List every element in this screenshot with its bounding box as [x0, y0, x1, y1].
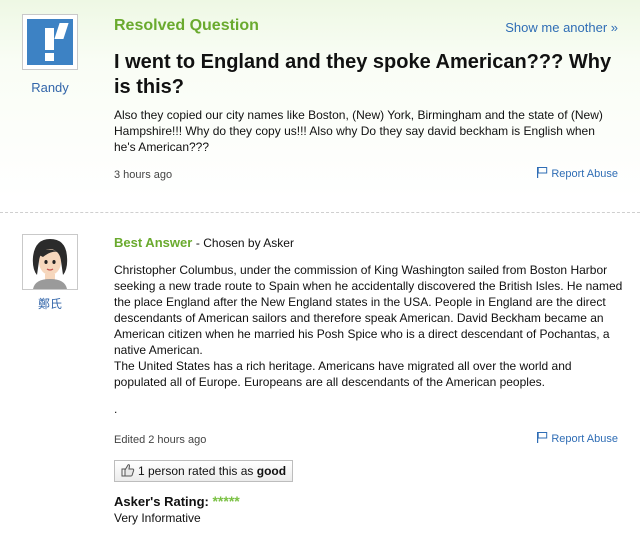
cartoon-woman-avatar-icon	[23, 235, 77, 289]
asker-name-link[interactable]: Randy	[20, 80, 80, 95]
rated-value: good	[256, 464, 287, 478]
asker-avatar[interactable]	[22, 14, 78, 70]
show-another-link[interactable]: Show me another »	[505, 20, 618, 35]
chosen-by-text: - Chosen by Asker	[195, 236, 294, 250]
answer-body: Christopher Columbus, under the commissi…	[114, 262, 624, 390]
askers-rating-label: Asker's Rating:	[114, 494, 209, 509]
answer-timestamp: Edited 2 hours ago	[114, 434, 207, 446]
best-answer-label: Best Answer	[114, 235, 193, 250]
answerer-name-link[interactable]: 鄭氏	[20, 295, 80, 312]
flag-icon	[537, 167, 548, 178]
rate-answer-button[interactable]: 1 person rated this as good	[114, 460, 294, 482]
question-report-abuse-link[interactable]: Report Abuse	[536, 167, 618, 180]
best-answer-heading: Best Answer - Chosen by Asker	[114, 235, 294, 250]
answer-paragraph-2: The United States has a rich heritage. A…	[114, 359, 572, 389]
question-body: Also they copied our city names like Bos…	[114, 108, 603, 154]
question-status: Resolved Question	[114, 17, 259, 34]
page: Randy Resolved Question Show me another …	[0, 0, 640, 554]
askers-rating: Asker's Rating: *****	[114, 493, 240, 509]
report-abuse-label: Report Abuse	[551, 168, 618, 180]
question-title: I went to England and they spoke America…	[114, 51, 612, 98]
exclamation-avatar-icon	[27, 19, 73, 65]
flag-icon	[537, 432, 548, 443]
report-abuse-label: Report Abuse	[551, 433, 618, 445]
thumbs-up-icon	[121, 464, 135, 477]
answer-paragraph-1: Christopher Columbus, under the commissi…	[114, 263, 623, 357]
rating-comment: Very Informative	[114, 511, 201, 525]
answer-report-abuse-link[interactable]: Report Abuse	[536, 432, 618, 445]
answerer-avatar[interactable]	[22, 234, 78, 290]
rated-prefix: 1 person rated this as	[138, 464, 254, 478]
question-section: Randy Resolved Question Show me another …	[0, 0, 640, 210]
star-rating: *****	[212, 493, 240, 509]
section-divider	[0, 212, 640, 213]
question-timestamp: 3 hours ago	[114, 169, 173, 181]
answer-trailing-dot: .	[114, 402, 118, 416]
